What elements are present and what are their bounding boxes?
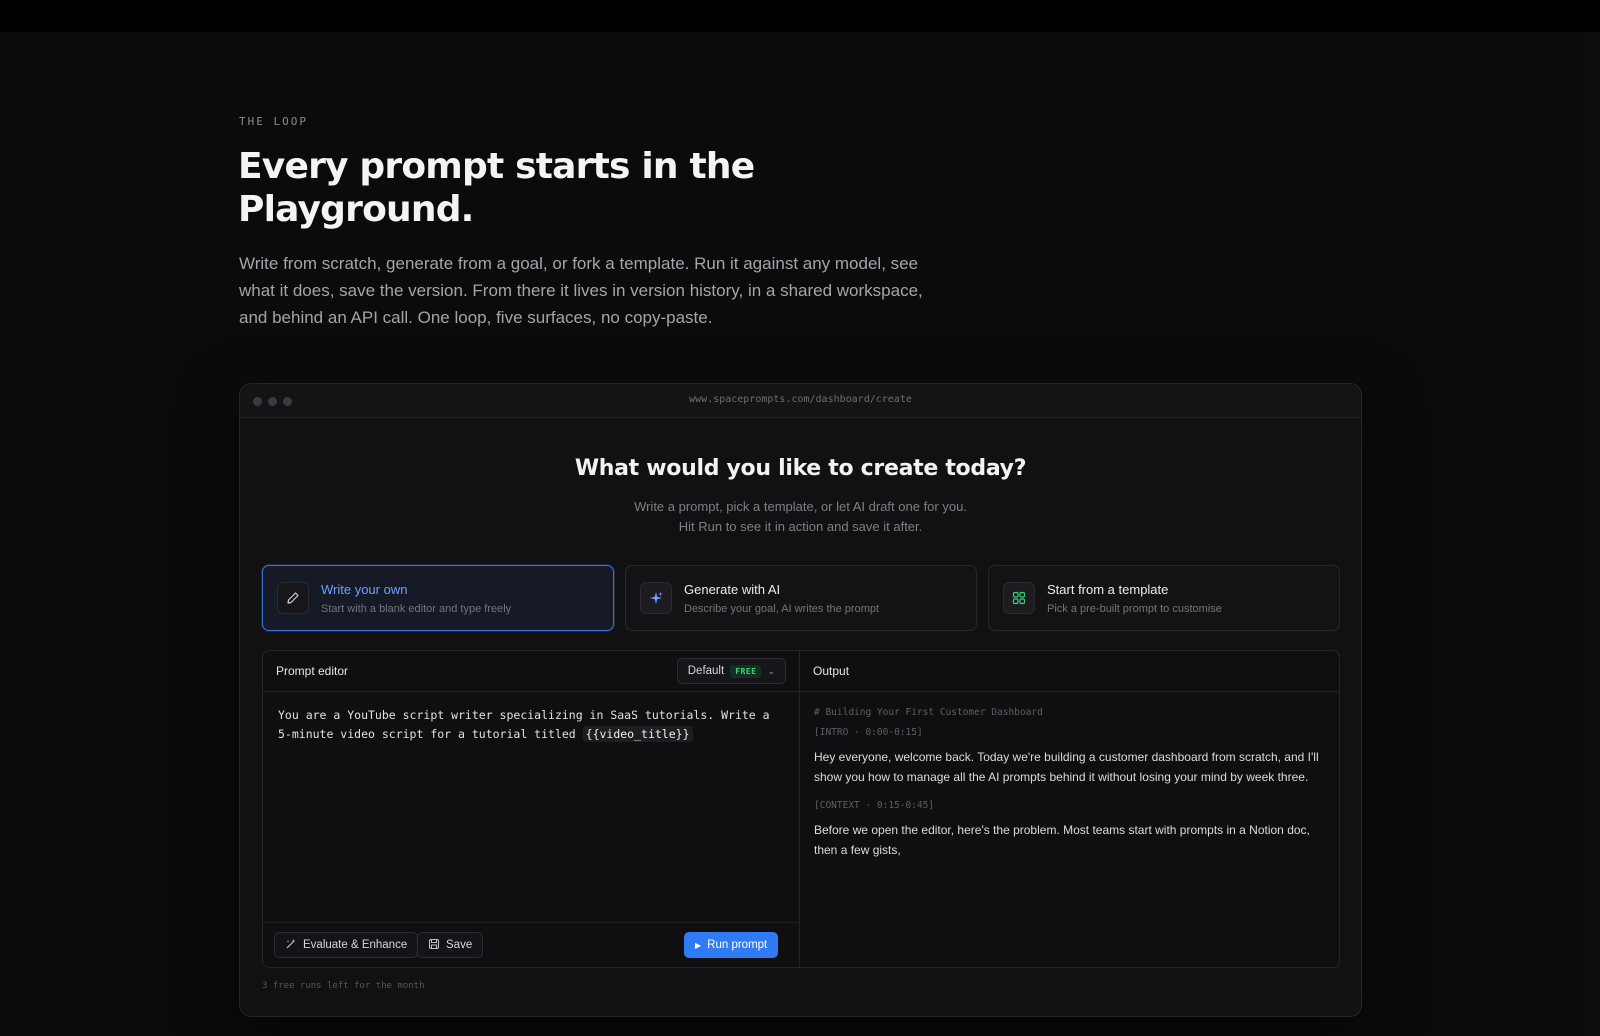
prompt-textarea[interactable]: You are a YouTube script writer speciali… bbox=[278, 706, 783, 744]
prompt-variable-chip: {{video_title}} bbox=[582, 726, 693, 742]
prompt-text: You are a YouTube script writer speciali… bbox=[278, 708, 770, 741]
mode-card-start-from-template[interactable]: Start from a template Pick a pre-built p… bbox=[988, 565, 1340, 631]
create-title: What would you like to create today? bbox=[574, 456, 1027, 481]
output-paragraph: Hey everyone, welcome back. Today we're … bbox=[814, 750, 1319, 784]
hero-description: Write from scratch, generate from a goal… bbox=[239, 254, 923, 327]
window-title-bar: www.spaceprompts.com/dashboard/create bbox=[240, 384, 1361, 418]
model-select[interactable]: Default FREE ⌄ bbox=[676, 658, 786, 684]
section-eyebrow: THE LOOP bbox=[239, 115, 308, 128]
mode-card-subtitle: Start with a blank editor and type freel… bbox=[321, 603, 512, 615]
mode-card-subtitle: Pick a pre-built prompt to customise bbox=[1047, 603, 1222, 615]
grid-icon bbox=[1003, 582, 1035, 614]
output-label: Output bbox=[813, 664, 850, 678]
pencil-icon bbox=[277, 582, 309, 614]
playground-panel: Prompt editor Default FREE ⌄ You are a Y… bbox=[262, 650, 1340, 968]
mode-card-subtitle: Describe your goal, AI writes the prompt bbox=[684, 603, 880, 615]
hero-title: Every prompt starts in the Playground. bbox=[238, 146, 755, 230]
output-header: Output bbox=[800, 651, 1339, 692]
evaluate-enhance-label: Evaluate & Enhance bbox=[303, 939, 408, 951]
run-prompt-button[interactable]: ▶ Run prompt bbox=[684, 932, 779, 958]
mode-card-title: Start from a template bbox=[1047, 582, 1169, 597]
page-scrollbar[interactable] bbox=[1584, 32, 1600, 1036]
floppy-disk-icon bbox=[428, 938, 440, 953]
app-window-mockup: www.spaceprompts.com/dashboard/create Wh… bbox=[239, 383, 1362, 1017]
run-prompt-label: Run prompt bbox=[707, 939, 768, 951]
magic-wand-icon bbox=[285, 938, 297, 953]
create-subtitle-line: Hit Run to see it in action and save it … bbox=[678, 519, 923, 534]
play-icon: ▶ bbox=[695, 940, 702, 950]
mode-card-generate-with-ai[interactable]: Generate with AI Describe your goal, AI … bbox=[625, 565, 977, 631]
window-url: www.spaceprompts.com/dashboard/create bbox=[689, 394, 912, 405]
mode-card-write-your-own[interactable]: Write your own Start with a blank editor… bbox=[262, 565, 614, 631]
free-badge: FREE bbox=[730, 664, 762, 678]
output-content: # Building Your First Customer Dashboard… bbox=[814, 706, 1325, 860]
save-label: Save bbox=[446, 939, 473, 951]
sparkle-icon bbox=[640, 582, 672, 614]
prompt-editor-footer: Evaluate & Enhance Save ▶ Run prompt bbox=[263, 922, 799, 967]
prompt-editor-label: Prompt editor bbox=[276, 664, 349, 678]
mode-card-title: Generate with AI bbox=[684, 582, 781, 597]
output-section-tag: [INTRO · 0:00-0:15] bbox=[814, 727, 923, 738]
prompt-editor-header: Prompt editor Default FREE ⌄ bbox=[263, 651, 799, 692]
model-select-value: Default bbox=[687, 665, 725, 677]
browser-top-bar bbox=[0, 0, 1600, 32]
output-section-tag: [CONTEXT · 0:15-0:45] bbox=[814, 800, 935, 811]
create-subtitle: Write a prompt, pick a template, or let … bbox=[240, 497, 1361, 537]
evaluate-enhance-button[interactable]: Evaluate & Enhance bbox=[274, 932, 419, 958]
chevron-down-icon: ⌄ bbox=[767, 665, 775, 676]
mode-card-title: Write your own bbox=[321, 582, 408, 597]
save-button[interactable]: Save bbox=[417, 932, 484, 958]
prompt-editor-pane: Prompt editor Default FREE ⌄ You are a Y… bbox=[263, 651, 800, 967]
create-subtitle-line: Write a prompt, pick a template, or let … bbox=[634, 499, 967, 514]
output-paragraph: Before we open the editor, here's the pr… bbox=[814, 823, 1310, 857]
free-runs-remaining: 3 free runs left for the month bbox=[262, 981, 425, 991]
output-pane: Output # Building Your First Customer Da… bbox=[800, 651, 1339, 967]
output-heading: # Building Your First Customer Dashboard bbox=[814, 707, 1043, 718]
